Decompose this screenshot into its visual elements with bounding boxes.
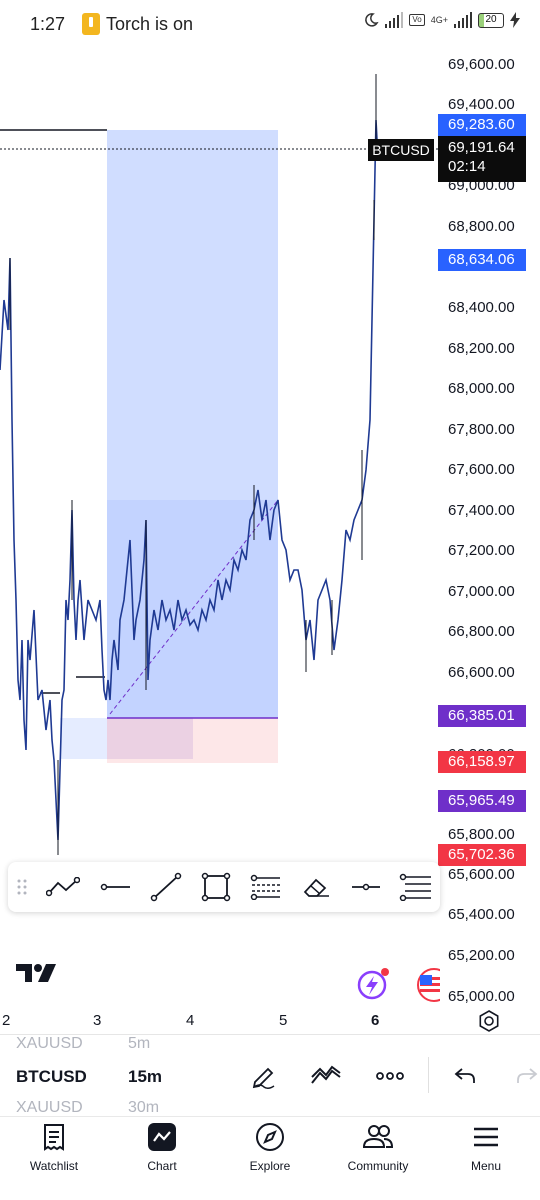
signal-icon bbox=[385, 12, 404, 28]
pencil-icon bbox=[252, 1067, 275, 1090]
price-scale-label: 65,800.00 bbox=[448, 826, 515, 843]
price-scale-label: 68,400.00 bbox=[448, 299, 515, 316]
us-flag-icon[interactable] bbox=[414, 968, 440, 1002]
redo-button[interactable] bbox=[510, 1061, 540, 1091]
redo-icon bbox=[517, 1068, 538, 1083]
watchlist-icon bbox=[38, 1121, 70, 1153]
torch-icon bbox=[82, 13, 100, 35]
price-scale-label: 67,600.00 bbox=[448, 461, 515, 478]
current-interval[interactable]: 15m bbox=[128, 1067, 162, 1087]
network-type: 4G+ bbox=[430, 15, 448, 25]
symbol-tag: BTCUSD bbox=[368, 139, 434, 161]
level-price-tag-purple: 65,965.49 bbox=[438, 790, 526, 812]
last-price-tag: 69,191.64 02:14 bbox=[438, 136, 526, 182]
nav-label: Explore bbox=[249, 1159, 291, 1173]
small-zone-left bbox=[60, 718, 107, 759]
compass-icon bbox=[254, 1121, 286, 1153]
nav-chart[interactable]: Chart bbox=[108, 1117, 216, 1200]
indicators-button[interactable] bbox=[309, 1061, 343, 1091]
next-symbol[interactable]: XAUUSD bbox=[16, 1099, 83, 1116]
x-axis-label: 2 bbox=[2, 1012, 11, 1029]
trend-line-icon[interactable] bbox=[148, 869, 184, 905]
price-scale-label: 65,600.00 bbox=[448, 866, 515, 883]
price-scale-label: 66,600.00 bbox=[448, 664, 515, 681]
trend-line-multi-icon[interactable] bbox=[45, 869, 81, 905]
chart-icon bbox=[146, 1121, 178, 1153]
stop-fill-zone bbox=[107, 718, 193, 759]
volte-icon: Vo bbox=[409, 14, 425, 26]
price-scale-label: 67,000.00 bbox=[448, 583, 515, 600]
chart-settings-icon[interactable] bbox=[478, 1010, 500, 1032]
price-scale-label: 65,200.00 bbox=[448, 947, 515, 964]
price-scale-label: 68,000.00 bbox=[448, 380, 515, 397]
horizontal-ray-icon[interactable] bbox=[97, 869, 133, 905]
fib-retracement-icon[interactable] bbox=[248, 869, 284, 905]
price-scale-label: 66,800.00 bbox=[448, 623, 515, 640]
x-axis-label: 4 bbox=[186, 1012, 195, 1029]
x-axis-label: 5 bbox=[279, 1012, 288, 1029]
tradingview-logo-icon bbox=[16, 964, 56, 982]
prev-interval[interactable]: 5m bbox=[128, 1035, 150, 1053]
undo-icon bbox=[454, 1068, 475, 1083]
nav-label: Community bbox=[347, 1159, 409, 1173]
x-axis-label: 6 bbox=[371, 1012, 380, 1029]
rectangle-icon[interactable] bbox=[198, 869, 234, 905]
price-scale-label: 65,000.00 bbox=[448, 988, 515, 1005]
signal-icon-2 bbox=[454, 12, 472, 28]
status-bar: 1:27 Torch is on Vo 4G+ 20 bbox=[0, 0, 540, 52]
drag-handle-icon[interactable] bbox=[10, 869, 34, 905]
nav-watchlist[interactable]: Watchlist bbox=[0, 1117, 108, 1200]
chart-area[interactable]: 69,600.00 69,400.00 69,000.00 68,800.00 … bbox=[0, 52, 540, 1040]
candle-countdown: 02:14 bbox=[448, 158, 486, 175]
stop-price-tag: 66,158.97 bbox=[438, 751, 526, 773]
horizontal-line-icon[interactable] bbox=[348, 869, 384, 905]
target-zone[interactable] bbox=[107, 130, 278, 500]
draw-tools-button[interactable] bbox=[247, 1061, 281, 1091]
target-price-tag: 69,283.60 bbox=[438, 114, 526, 136]
price-scale-label: 65,400.00 bbox=[448, 906, 515, 923]
price-scale-label: 68,800.00 bbox=[448, 218, 515, 235]
charging-icon bbox=[510, 12, 520, 28]
last-price-value: 69,191.64 bbox=[448, 139, 515, 156]
more-options-button[interactable] bbox=[373, 1061, 407, 1091]
price-scale-label: 67,200.00 bbox=[448, 542, 515, 559]
more-dots-icon bbox=[376, 1072, 404, 1080]
status-icons: Vo 4G+ 20 bbox=[363, 12, 520, 28]
community-icon bbox=[362, 1121, 394, 1153]
price-scale-label: 69,600.00 bbox=[448, 56, 515, 73]
strip-divider bbox=[428, 1057, 429, 1093]
nav-label: Watchlist bbox=[29, 1159, 79, 1173]
torch-status-text: Torch is on bbox=[106, 14, 194, 34]
next-interval[interactable]: 30m bbox=[128, 1099, 159, 1116]
symbol-interval-strip: XAUUSD 5m BTCUSD 15m XAUUSD 30m bbox=[0, 1034, 540, 1116]
status-time: 1:27 bbox=[30, 14, 66, 34]
moon-icon bbox=[365, 13, 379, 27]
indicators-icon bbox=[311, 1065, 341, 1084]
price-scale-label: 69,400.00 bbox=[448, 96, 515, 113]
nav-label: Menu bbox=[470, 1159, 502, 1173]
nav-label: Chart bbox=[147, 1159, 177, 1173]
more-tools-icon[interactable] bbox=[398, 869, 434, 905]
nav-menu[interactable]: Menu bbox=[432, 1117, 540, 1200]
price-scale-label: 68,200.00 bbox=[448, 340, 515, 357]
level-price-tag: 68,634.06 bbox=[438, 249, 526, 271]
low-price-tag: 65,702.36 bbox=[438, 844, 526, 866]
battery-icon: 20 bbox=[478, 12, 504, 28]
price-scale-label: 67,800.00 bbox=[448, 421, 515, 438]
nav-community[interactable]: Community bbox=[324, 1117, 432, 1200]
bottom-navigation: Watchlist Chart Explore Community Menu bbox=[0, 1116, 540, 1200]
nav-explore[interactable]: Explore bbox=[216, 1117, 324, 1200]
eraser-icon[interactable] bbox=[298, 869, 334, 905]
prev-symbol[interactable]: XAUUSD bbox=[16, 1035, 83, 1053]
price-scale-label: 67,400.00 bbox=[448, 502, 515, 519]
drawing-toolbar bbox=[8, 862, 440, 912]
entry-price-tag: 66,385.01 bbox=[438, 705, 526, 727]
undo-button[interactable] bbox=[448, 1061, 482, 1091]
x-axis-label: 3 bbox=[93, 1012, 102, 1029]
menu-icon bbox=[470, 1121, 502, 1153]
ai-assistant-icon[interactable] bbox=[352, 966, 392, 1002]
current-symbol[interactable]: BTCUSD bbox=[16, 1067, 87, 1087]
